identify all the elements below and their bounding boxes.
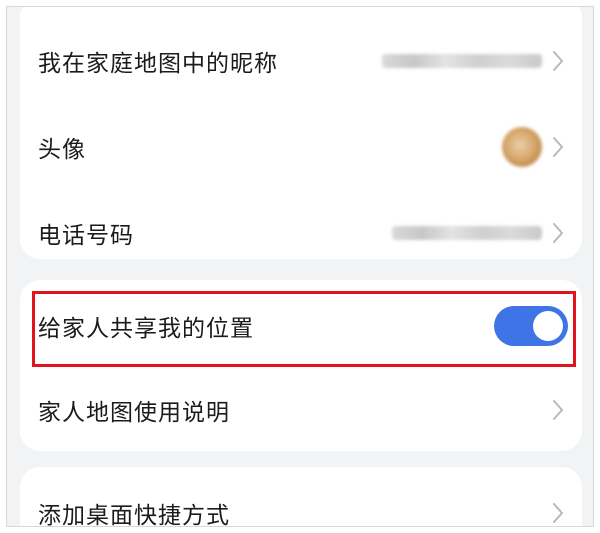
profile-card: 我在家庭地图中的昵称 头像 电话号码	[20, 7, 582, 259]
phone-value-redacted	[392, 226, 542, 240]
nickname-row[interactable]: 我在家庭地图中的昵称	[20, 21, 582, 101]
phone-label: 电话号码	[38, 223, 134, 249]
chevron-right-icon	[548, 49, 568, 73]
avatar-label: 头像	[38, 137, 86, 163]
avatar-row[interactable]: 头像	[20, 107, 582, 187]
add-desktop-shortcut-row[interactable]: 添加桌面快捷方式	[20, 473, 582, 527]
add-desktop-shortcut-label: 添加桌面快捷方式	[38, 503, 230, 527]
settings-screen: 我在家庭地图中的昵称 头像 电话号码 给家人共享我的位置 家人地图使用说明 添加…	[6, 6, 594, 527]
nickname-label: 我在家庭地图中的昵称	[38, 51, 278, 77]
chevron-right-icon	[548, 135, 568, 159]
chevron-right-icon	[548, 501, 568, 525]
map-help-row[interactable]: 家人地图使用说明	[20, 372, 582, 448]
chevron-right-icon	[548, 221, 568, 245]
highlight-box	[32, 291, 576, 367]
blurred-nickname	[382, 54, 542, 68]
map-help-label: 家人地图使用说明	[38, 400, 230, 426]
chevron-right-icon	[548, 398, 568, 422]
avatar	[502, 127, 542, 167]
shortcut-card: 添加桌面快捷方式	[20, 467, 582, 527]
nickname-value-redacted	[382, 54, 542, 68]
blurred-phone-number	[392, 226, 542, 240]
avatar-value	[502, 127, 542, 167]
phone-row[interactable]: 电话号码	[20, 193, 582, 273]
